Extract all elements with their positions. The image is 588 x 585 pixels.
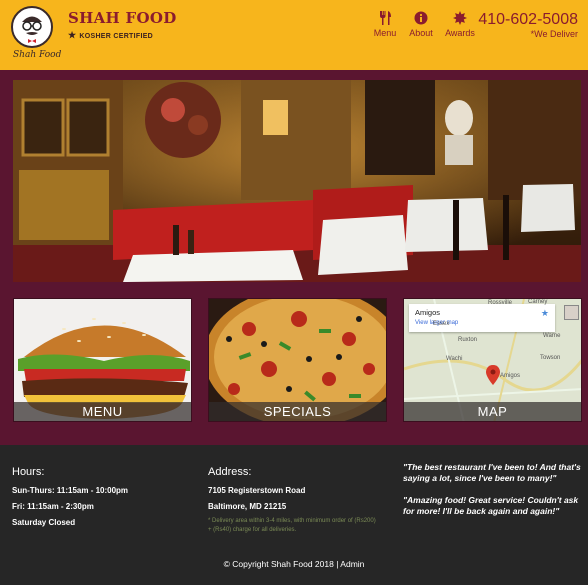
delivery-note: *We Deliver bbox=[530, 29, 578, 39]
hours-line: Fri: 11:15am - 2:30pm bbox=[12, 502, 94, 511]
phone-number[interactable]: 410-602-5008 bbox=[478, 11, 578, 29]
delivery-area-note: * Delivery area within 3-4 miles, with m… bbox=[208, 518, 376, 533]
chef-face-icon bbox=[11, 6, 53, 48]
star-icon: ★ bbox=[68, 30, 77, 40]
menu-tile[interactable]: MENU bbox=[13, 298, 192, 422]
hours-heading: Hours: bbox=[12, 466, 45, 478]
specials-tile-label: SPECIALS bbox=[209, 402, 386, 421]
map-place-name: Amigos bbox=[415, 308, 441, 317]
site-footer: Hours: Sun-Thurs: 11:15am - 10:00pm Fri:… bbox=[0, 445, 588, 585]
address-line: 7105 Registerstown Road bbox=[208, 486, 306, 495]
map-town-label: Towson bbox=[540, 355, 561, 361]
hours-line: Sun-Thurs: 11:15am - 10:00pm bbox=[12, 486, 129, 495]
nav-awards-label: Awards bbox=[445, 28, 475, 38]
kosher-badge: ★ KOSHER CERTIFIED bbox=[68, 30, 153, 41]
map-town-label: Rossville bbox=[488, 300, 513, 306]
map-tile-label: MAP bbox=[404, 402, 581, 421]
kosher-label: KOSHER CERTIFIED bbox=[79, 33, 154, 40]
map-town-label: Warne bbox=[543, 333, 561, 339]
testimonial-quote: "The best restaurant I've been to! And t… bbox=[403, 462, 581, 483]
hours-line: Saturday Closed bbox=[12, 518, 76, 527]
nav-about[interactable]: About bbox=[401, 11, 441, 38]
map-town-label: Carney bbox=[528, 299, 548, 305]
star-icon[interactable]: ★ bbox=[541, 308, 549, 319]
map-tile[interactable]: Amigos View larger map ★ Essex Rossville… bbox=[403, 298, 582, 422]
map-town-label: Ruxton bbox=[458, 337, 478, 343]
address-line: Baltimore, MD 21215 bbox=[208, 502, 287, 511]
nav-about-label: About bbox=[409, 28, 433, 38]
avatar[interactable] bbox=[564, 305, 579, 320]
menu-tile-label: MENU bbox=[14, 402, 191, 421]
copyright[interactable]: © Copyright Shah Food 2018 | Admin bbox=[0, 559, 588, 569]
brand-name[interactable]: SHAH FOOD bbox=[68, 9, 177, 27]
testimonial-quote: "Amazing food! Great service! Couldn't a… bbox=[403, 495, 579, 516]
info-icon bbox=[414, 11, 428, 25]
site-header: Shah Food SHAH FOOD ★ KOSHER CERTIFIED Me… bbox=[0, 0, 588, 70]
hero-image bbox=[13, 80, 581, 282]
map-info-card: Amigos View larger map ★ bbox=[409, 304, 555, 332]
logo-script-text: Shah Food bbox=[13, 50, 62, 60]
map-pin-label: Amigos bbox=[500, 373, 521, 379]
nav-awards[interactable]: Awards bbox=[440, 11, 480, 38]
logo[interactable]: Shah Food bbox=[11, 6, 61, 62]
map-town-label: Essex bbox=[433, 321, 450, 327]
nav-menu-label: Menu bbox=[373, 28, 397, 38]
nav-menu[interactable]: Menu bbox=[365, 11, 405, 38]
specials-tile[interactable]: SPECIALS bbox=[208, 298, 387, 422]
address-heading: Address: bbox=[208, 466, 252, 478]
utensils-icon bbox=[380, 11, 391, 25]
map-town-label: Wachi bbox=[446, 356, 463, 362]
award-icon bbox=[453, 11, 467, 25]
